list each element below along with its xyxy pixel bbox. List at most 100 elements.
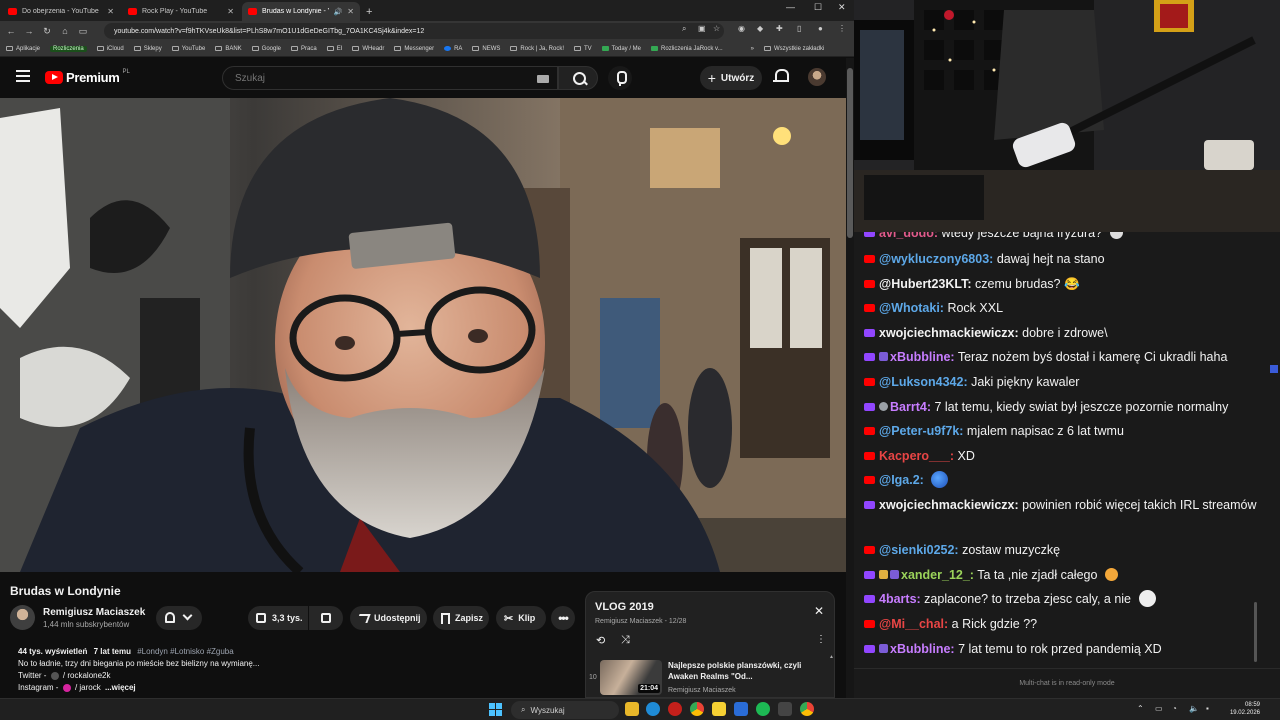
chat-username[interactable]: xwojciechmackiewiczx: xyxy=(879,498,1019,512)
hashtags[interactable]: #Londyn #Lotnisko #Zguba xyxy=(137,647,234,656)
chat-username[interactable]: @Peter-u9f7k: xyxy=(879,424,963,438)
channel-avatar[interactable] xyxy=(10,605,35,630)
chat-username[interactable]: 4barts: xyxy=(879,592,921,606)
edge-icon[interactable] xyxy=(646,702,660,716)
bookmark-youtube[interactable]: YouTube xyxy=(171,46,205,52)
word-icon[interactable] xyxy=(734,702,748,716)
scroll-up-icon[interactable]: ▲ xyxy=(829,654,834,660)
playlist-title[interactable]: VLOG 2019 xyxy=(595,601,654,613)
loop-icon[interactable]: ⟲ xyxy=(596,634,605,647)
video-player[interactable] xyxy=(0,98,846,572)
chat-username[interactable]: @Iga.2: xyxy=(879,473,924,487)
notifications-bell-icon[interactable] xyxy=(772,68,790,86)
volume-icon[interactable]: 🔈 xyxy=(1189,704,1199,713)
bookmark-icloud[interactable]: iCloud xyxy=(96,46,124,52)
playlist-item-title[interactable]: Najlepsze polskie planszówki, czyli Awak… xyxy=(668,660,818,682)
bookmark-bank[interactable]: BANK xyxy=(215,46,242,52)
battery-icon[interactable]: ▭ xyxy=(1155,704,1163,713)
bookmark-messenger[interactable]: Messenger xyxy=(394,46,434,52)
forward-icon[interactable]: → xyxy=(20,26,38,36)
extensions-puzzle-icon[interactable]: ✚ xyxy=(776,24,783,33)
search-button[interactable] xyxy=(558,66,598,90)
chat-username[interactable]: @Whotaki: xyxy=(879,301,944,315)
subscription-bell-button[interactable] xyxy=(156,606,202,630)
close-tab-icon[interactable]: ✕ xyxy=(107,7,114,16)
bookmark-google[interactable]: Google xyxy=(251,46,281,52)
browser-menu-icon[interactable]: ⋮ xyxy=(838,24,846,33)
sticky-notes-icon[interactable] xyxy=(712,702,726,716)
star-icon[interactable]: ☆ xyxy=(713,24,720,33)
new-tab-button[interactable]: + xyxy=(366,2,372,21)
wifi-icon[interactable]: ◔ xyxy=(1172,704,1177,713)
chat-username[interactable]: xBubbline: xyxy=(890,350,955,364)
home-icon[interactable]: ⌂ xyxy=(56,26,74,36)
taskbar-search[interactable]: ⌕ Wyszukaj xyxy=(511,701,619,719)
voice-search-button[interactable] xyxy=(608,66,632,90)
bookmark-ra[interactable]: RA xyxy=(444,46,462,52)
bookmark-all[interactable]: Wszystkie zakładki xyxy=(763,46,824,52)
bookmark-praca[interactable]: Praca xyxy=(291,46,317,52)
shuffle-icon[interactable]: ⤨ xyxy=(621,634,630,647)
close-icon[interactable]: ✕ xyxy=(814,604,824,618)
bookmark-rozliczenia[interactable]: Rozliczenia xyxy=(50,45,87,52)
chrome-icon[interactable] xyxy=(800,702,814,716)
chat-username[interactable]: @Lukson4342: xyxy=(879,375,968,389)
scrollbar-thumb[interactable] xyxy=(1254,602,1257,662)
maximize-icon[interactable]: ☐ xyxy=(814,2,822,13)
bookmark-news[interactable]: NEWS xyxy=(472,46,500,52)
channel-name[interactable]: Remigiusz Maciaszek xyxy=(43,607,145,618)
url-field[interactable]: youtube.com/watch?v=f9hTKVseUk8&list=PLh… xyxy=(104,23,724,39)
zoom-icon[interactable]: ⌕ xyxy=(682,24,686,34)
chat-username[interactable]: xander_12_: xyxy=(901,568,974,582)
chat-username[interactable]: xwojciechmackiewiczx: xyxy=(879,326,1019,340)
extension-icon[interactable]: ◉ xyxy=(738,24,745,33)
chat-username[interactable]: @wykluczony6803: xyxy=(879,252,993,266)
save-button[interactable]: Zapisz xyxy=(433,606,489,630)
bookmark-sklepy[interactable]: Sklepy xyxy=(133,46,162,52)
close-tab-icon[interactable]: ✕ xyxy=(347,7,354,16)
tab-do-obejrzenia[interactable]: Do obejrzenia - YouTube ✕ xyxy=(2,2,120,21)
like-button[interactable]: 3,3 tys. xyxy=(248,606,308,630)
bookmark-ei[interactable]: EI xyxy=(326,46,342,52)
chat-username[interactable]: Barrt4: xyxy=(890,400,931,414)
tab-brudas-w-londynie[interactable]: Brudas w Londynie - YouTu 🔊 ✕ xyxy=(242,2,360,21)
chat-username[interactable]: @Hubert23KLT: xyxy=(879,277,972,291)
extension-icon[interactable]: ◆ xyxy=(757,24,763,33)
download-icon[interactable] xyxy=(778,702,792,716)
notification-icon[interactable]: ▪ xyxy=(1206,704,1209,713)
profile-icon[interactable]: ● xyxy=(818,24,823,33)
split-view-icon[interactable]: ▭ xyxy=(74,26,92,37)
bookmark-rock[interactable]: Rock | Ja, Rock! xyxy=(510,46,564,52)
chat-username[interactable]: @Mi__chal: xyxy=(879,617,948,631)
clock[interactable]: 08:59 19.02.2026 xyxy=(1224,701,1260,717)
tray-overflow-icon[interactable]: ⌃ xyxy=(1137,704,1144,713)
bookmark-today[interactable]: Today / Me xyxy=(601,46,641,52)
account-avatar[interactable] xyxy=(808,68,826,86)
create-button[interactable]: + Utwórz xyxy=(700,66,762,90)
playlist-item-thumbnail[interactable]: 21:04 xyxy=(600,660,662,695)
show-more-link[interactable]: ...więcej xyxy=(105,683,136,692)
tab-rock-play[interactable]: Rock Play - YouTube ✕ xyxy=(122,2,240,21)
speaker-icon[interactable]: 🔊 xyxy=(334,8,343,16)
reload-icon[interactable]: ↻ xyxy=(38,26,56,37)
hamburger-menu-icon[interactable] xyxy=(16,70,30,82)
chrome-icon[interactable] xyxy=(690,702,704,716)
youtube-logo[interactable]: Premium PL xyxy=(45,69,130,85)
bookmarks-overflow-icon[interactable]: » xyxy=(751,46,754,52)
chat-username[interactable]: Kacpero___: xyxy=(879,449,954,463)
clip-button[interactable]: ✂ Klip xyxy=(496,606,546,630)
close-window-icon[interactable]: ✕ xyxy=(838,2,846,13)
chat-username[interactable]: avi_dodo: xyxy=(879,232,938,240)
more-actions-button[interactable]: ••• xyxy=(551,606,575,630)
spotify-icon[interactable] xyxy=(756,702,770,716)
search-input[interactable] xyxy=(235,72,525,84)
close-tab-icon[interactable]: ✕ xyxy=(227,7,234,16)
dislike-button[interactable] xyxy=(309,606,343,630)
bookmark-wheadr[interactable]: WHeadr xyxy=(352,46,384,52)
opera-icon[interactable] xyxy=(668,702,682,716)
bookmark-rozliczenia-jarock[interactable]: Rozliczenia JaRock v... xyxy=(651,46,723,52)
chat-username[interactable]: xBubbline: xyxy=(890,642,955,656)
twitter-link[interactable]: / rockalone2k xyxy=(63,671,111,680)
video-description[interactable]: 44 tys. wyświetleń 7 lat temu #Londyn #L… xyxy=(10,640,575,698)
bookmark-tv[interactable]: TV xyxy=(574,46,592,52)
